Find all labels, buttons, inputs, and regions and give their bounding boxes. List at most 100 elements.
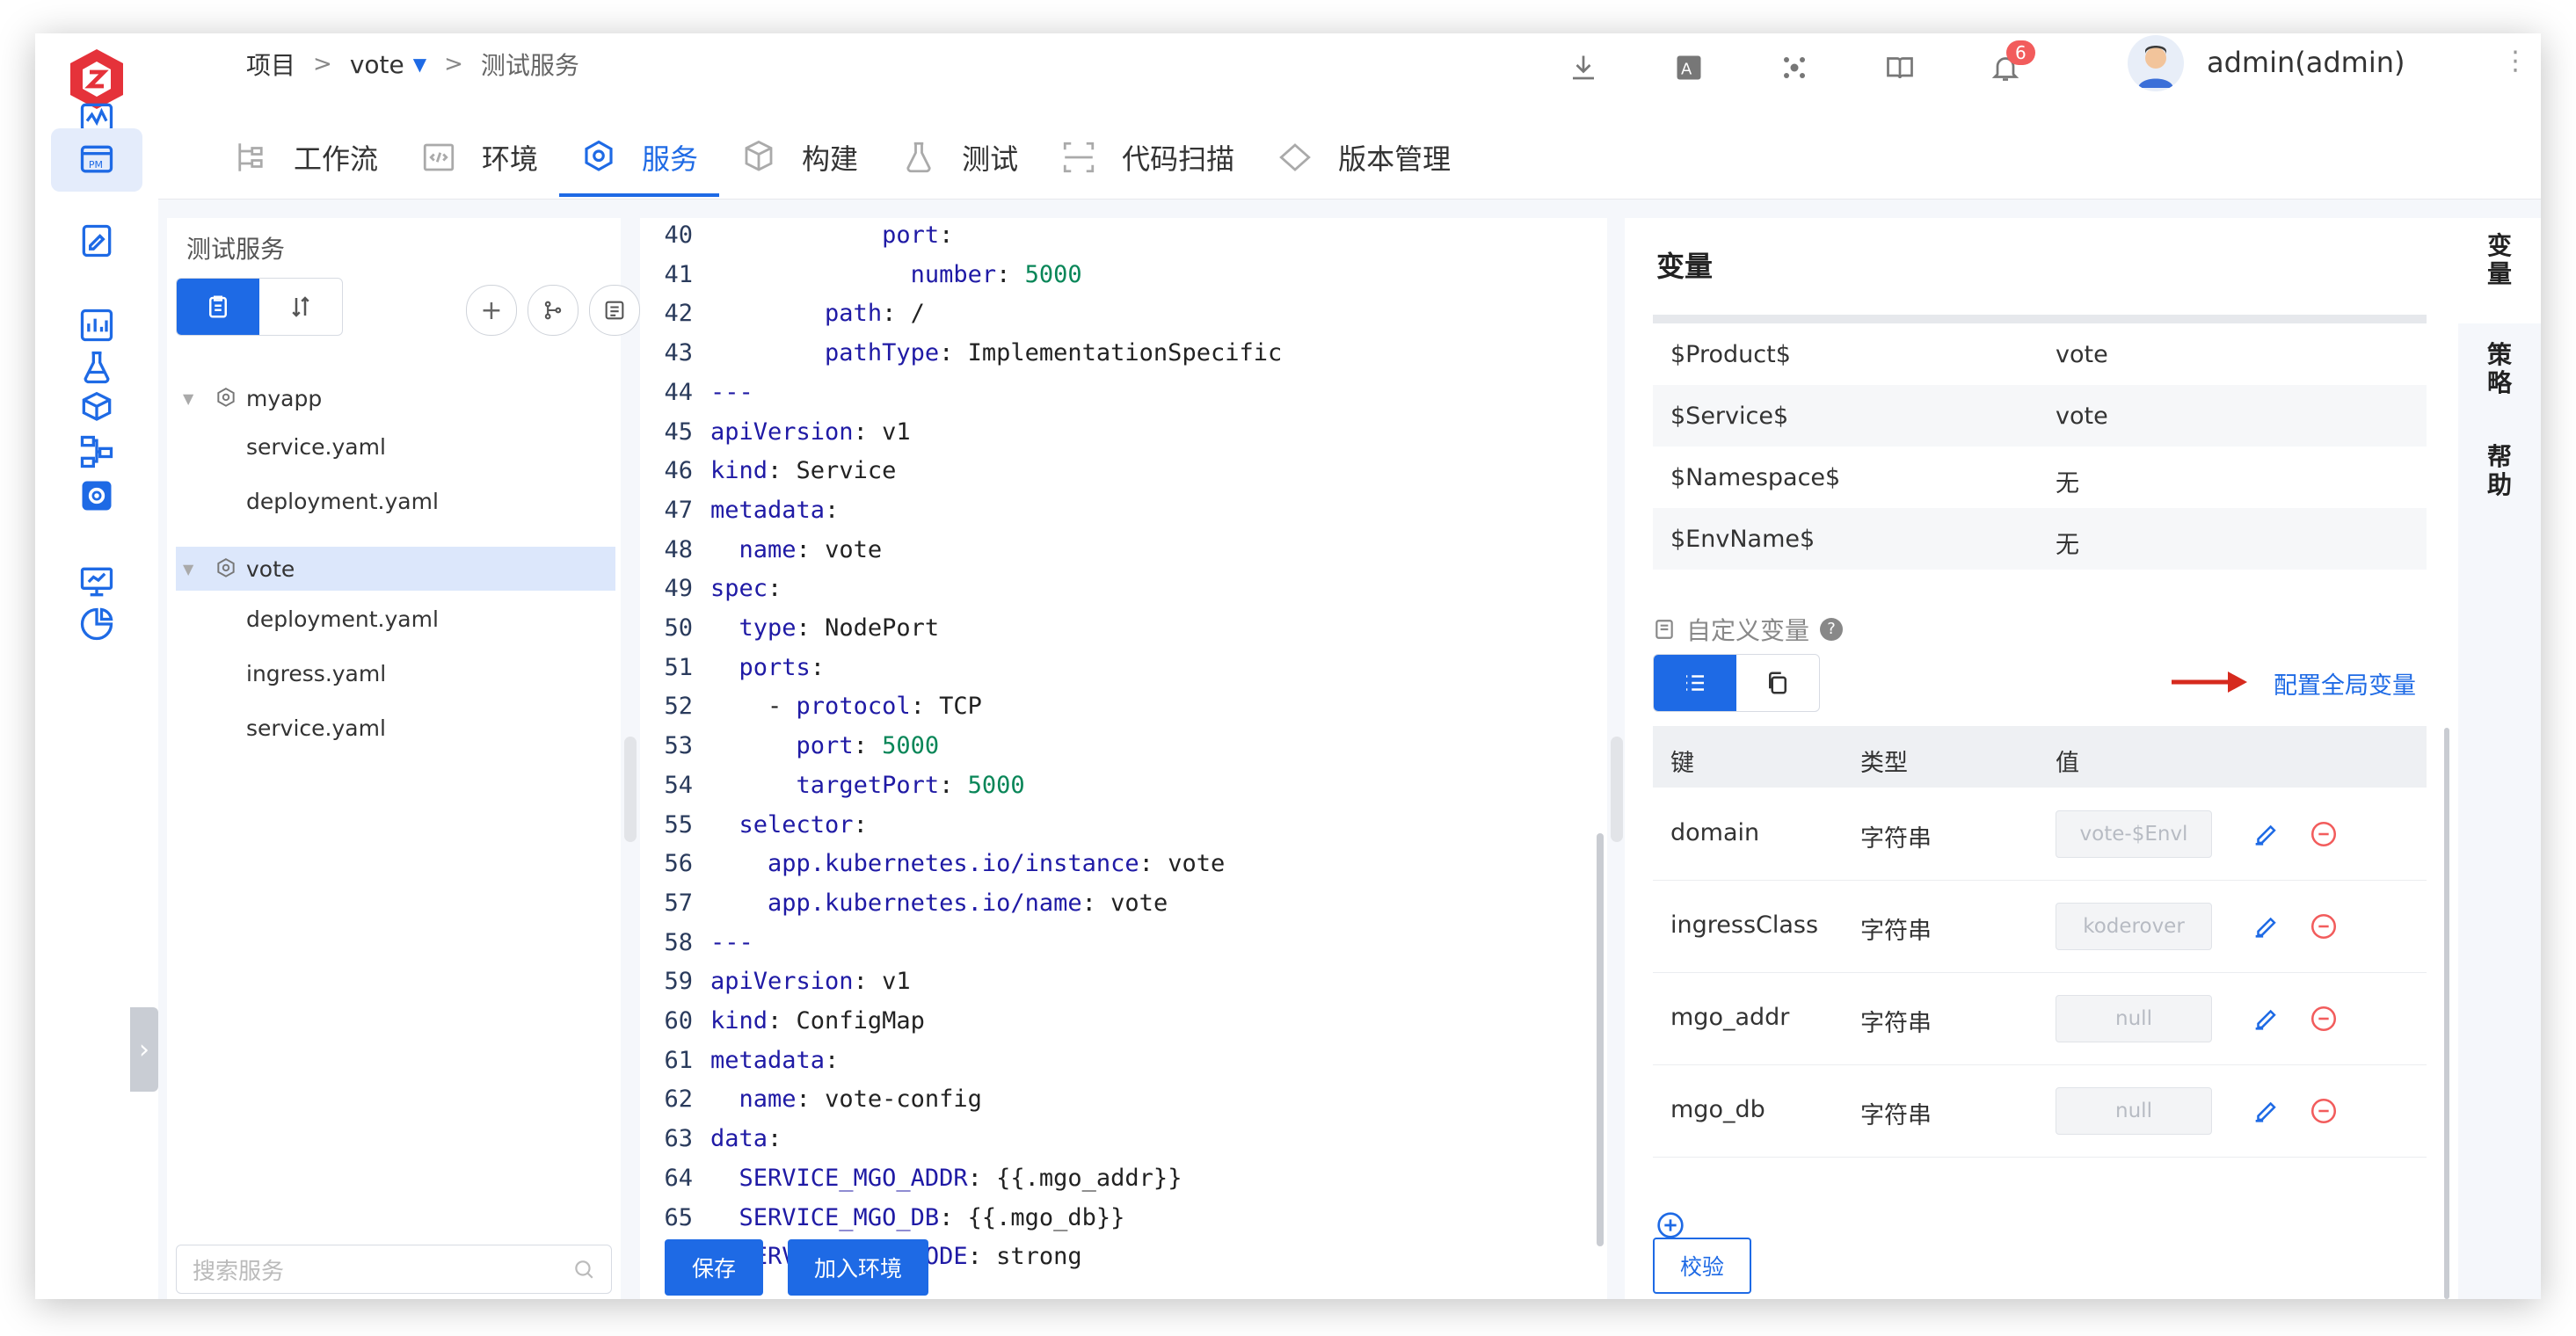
var-type: 字符串 xyxy=(1860,825,1932,853)
side-tab-variables[interactable]: 变量 xyxy=(2458,218,2541,323)
expand-triangle-icon[interactable]: ▼ xyxy=(183,390,193,407)
avatar[interactable] xyxy=(2128,35,2184,91)
template-button[interactable] xyxy=(589,285,640,336)
app-window: PM › 项目 > vote ▼ > 测试服务 A 6 admin(admin)… xyxy=(35,33,2541,1299)
file-item[interactable]: deployment.yaml xyxy=(246,606,439,632)
service-icon xyxy=(217,558,235,577)
service-node-vote[interactable]: ▼ vote xyxy=(176,547,615,591)
edit-pencil-icon[interactable] xyxy=(2251,1004,2281,1034)
editor-scrollbar[interactable] xyxy=(1597,833,1604,1246)
edit-doc-icon[interactable] xyxy=(65,209,128,272)
tab-build[interactable]: 构建 xyxy=(719,118,879,197)
tab-code-scan[interactable]: 代码扫描 xyxy=(1039,118,1255,197)
expand-triangle-icon[interactable]: ▼ xyxy=(183,561,193,577)
line-number: 60 xyxy=(664,1007,693,1035)
project-icon[interactable]: PM xyxy=(51,128,142,192)
vars-scrollbar[interactable] xyxy=(2444,728,2449,1299)
edit-pencil-icon[interactable] xyxy=(2251,911,2281,941)
remove-circle-icon[interactable] xyxy=(2309,819,2339,849)
custom-vars-label: 自定义变量 ? xyxy=(1653,612,1844,647)
panel-title: 测试服务 xyxy=(186,235,286,264)
pie-chart-icon[interactable] xyxy=(65,592,128,656)
sort-icon xyxy=(292,296,309,317)
var-value-field[interactable]: null xyxy=(2056,1087,2212,1135)
tab-test[interactable]: 测试 xyxy=(879,118,1039,197)
plugins-icon[interactable] xyxy=(1772,46,1816,90)
tab-label: 环境 xyxy=(482,142,539,176)
code-text: kind: ConfigMap xyxy=(710,1007,925,1035)
code-text: - protocol: TCP xyxy=(768,693,982,721)
download-icon[interactable] xyxy=(1561,46,1605,90)
tab-environment[interactable]: 环境 xyxy=(399,118,559,197)
view-toggle xyxy=(176,278,343,336)
yaml-editor[interactable]: 40 port: 41 number: 5000 42 path: / 43 path… xyxy=(640,218,1607,1299)
var-value-field[interactable]: vote-$Envl xyxy=(2056,810,2212,858)
edit-pencil-icon[interactable] xyxy=(2251,1096,2281,1126)
system-var-row: $Service$ vote xyxy=(1653,385,2427,447)
save-button[interactable]: 保存 xyxy=(665,1239,763,1296)
service-node-myapp[interactable]: ▼ myapp xyxy=(176,376,615,420)
remove-circle-icon[interactable] xyxy=(2309,1004,2339,1034)
document-icon xyxy=(1655,620,1673,639)
config-global-vars-link[interactable]: 配置全局变量 xyxy=(2274,666,2416,701)
git-repo-button[interactable] xyxy=(528,285,579,336)
breadcrumb-page: 测试服务 xyxy=(480,51,579,80)
var-key: mgo_db xyxy=(1670,1096,1765,1123)
template-icon xyxy=(605,301,624,320)
remove-circle-icon[interactable] xyxy=(2309,911,2339,941)
sort-button[interactable] xyxy=(259,279,342,335)
code-text: metadata: xyxy=(710,496,840,524)
more-vertical-icon[interactable]: ⋮ xyxy=(2502,46,2529,76)
search-service-input[interactable]: 搜索服务 xyxy=(176,1245,612,1294)
file-item[interactable]: deployment.yaml xyxy=(246,489,439,514)
tab-version[interactable]: 版本管理 xyxy=(1255,118,1472,197)
breadcrumb-separator: > xyxy=(444,51,463,77)
breadcrumb-project[interactable]: 项目 xyxy=(246,47,295,82)
var-value-field[interactable]: null xyxy=(2056,995,2212,1042)
top-header: 项目 > vote ▼ > 测试服务 A 6 admin(admin) ⋮ 工作… xyxy=(158,33,2541,200)
list-mode-button[interactable] xyxy=(1654,655,1736,711)
service-icon xyxy=(217,388,235,407)
tab-service[interactable]: 服务 xyxy=(559,118,720,197)
code-text: apiVersion: v1 xyxy=(710,418,911,446)
list-view-button[interactable] xyxy=(177,279,259,335)
pane-splitter[interactable] xyxy=(624,737,637,842)
tab-label: 代码扫描 xyxy=(1122,142,1235,176)
line-number: 42 xyxy=(664,300,693,328)
system-vars-header xyxy=(1653,315,2427,323)
file-item[interactable]: service.yaml xyxy=(246,434,386,460)
breadcrumb-product[interactable]: vote xyxy=(350,50,404,79)
docs-book-icon[interactable] xyxy=(1878,46,1922,90)
join-environment-button[interactable]: 加入环境 xyxy=(788,1239,928,1296)
side-tabs: 变量 策略 帮助 xyxy=(2458,218,2541,1299)
file-item[interactable]: service.yaml xyxy=(246,715,386,741)
scan-icon xyxy=(1063,142,1095,173)
validate-button[interactable]: 校验 xyxy=(1653,1238,1751,1294)
remove-circle-icon[interactable] xyxy=(2309,1096,2339,1126)
line-number: 45 xyxy=(664,418,693,446)
code-text: data: xyxy=(710,1125,782,1153)
side-tab-policy[interactable]: 策略 xyxy=(2458,341,2541,397)
var-value-field[interactable]: koderover xyxy=(2056,903,2212,950)
translate-icon[interactable]: A xyxy=(1667,46,1711,90)
help-icon[interactable]: ? xyxy=(1820,618,1844,641)
settings-box-icon[interactable] xyxy=(65,464,128,527)
clipboard-icon xyxy=(209,295,227,318)
add-variable-icon[interactable] xyxy=(1656,1211,1685,1239)
user-name[interactable]: admin(admin) xyxy=(2207,46,2405,79)
line-number: 51 xyxy=(664,653,693,681)
add-service-button[interactable]: + xyxy=(466,285,517,336)
file-item[interactable]: ingress.yaml xyxy=(246,661,386,686)
expand-rail-button[interactable]: › xyxy=(130,1007,158,1092)
bell-icon[interactable]: 6 xyxy=(1983,40,2035,90)
yaml-mode-button[interactable] xyxy=(1736,655,1819,711)
edit-pencil-icon[interactable] xyxy=(2251,819,2281,849)
line-number: 44 xyxy=(664,378,693,406)
table-header: 键 类型 值 xyxy=(1653,726,2427,788)
caret-down-icon[interactable]: ▼ xyxy=(413,54,426,75)
side-tab-help[interactable]: 帮助 xyxy=(2458,443,2541,499)
code-text: ports: xyxy=(739,653,826,681)
main-tabs: 工作流 环境 服务 构建 测试 代码扫描 版本管理 xyxy=(211,118,1472,197)
tab-workflow[interactable]: 工作流 xyxy=(211,118,399,197)
pane-splitter[interactable] xyxy=(1611,737,1623,842)
